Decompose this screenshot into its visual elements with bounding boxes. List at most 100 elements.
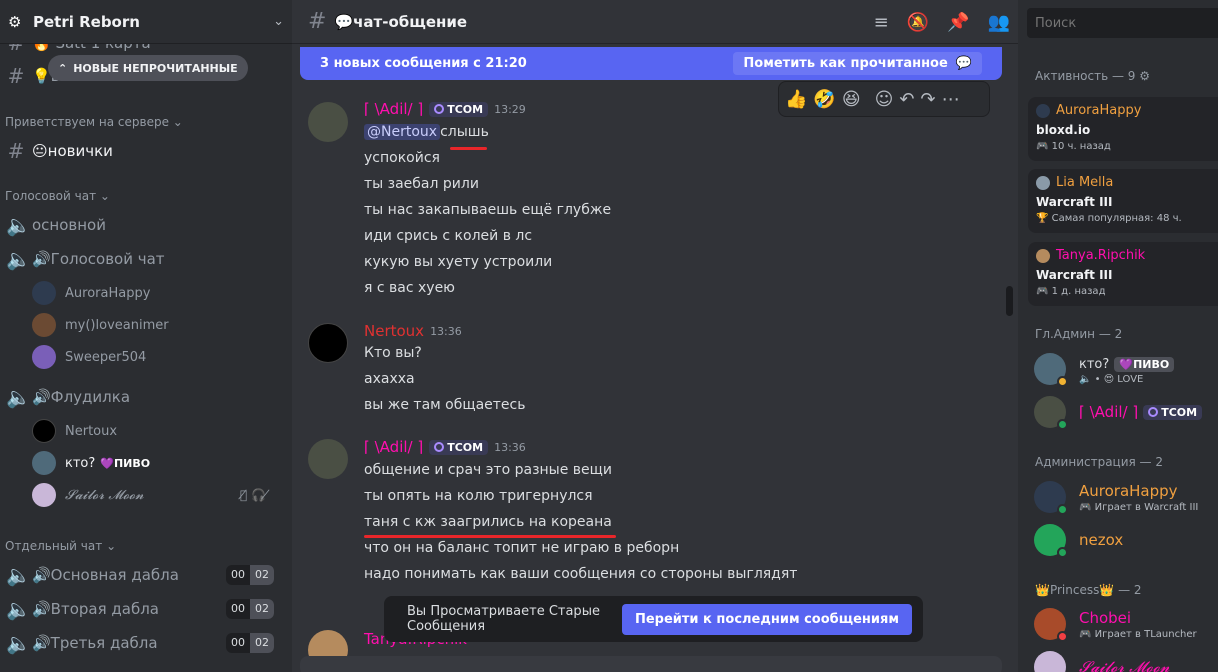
reaction-thumbs-up[interactable]: 👍 [785,89,807,110]
topbar-icons: ≡ 🔕 📌 👥 [874,0,1010,44]
threads-icon[interactable]: ≡ [874,12,889,33]
notification-muted-icon[interactable]: 🔕 [907,12,929,33]
gear-icon[interactable]: ⚙ [1139,69,1150,83]
author-avatar[interactable] [308,323,348,363]
more-options-icon[interactable]: ⋯ [942,89,960,110]
voice-user-name: my()loveanimer [65,317,169,333]
message-line: вы же там общаетесь [364,397,526,413]
message-line: иди срись с колей в лс [364,228,533,244]
avatar [1034,608,1068,642]
avatar [32,419,56,443]
message-composer[interactable] [300,656,1002,672]
channel-label: 🔊Третья дабла [32,634,158,652]
category-separate[interactable]: Отдельный чат ⌄ [5,539,116,553]
channel-label: 😐новички [32,142,113,160]
muted-deafened-icon: 🎙̸🎧̸ [240,488,275,502]
message-line: надо понимать как ваши сообщения со стор… [364,566,798,582]
counter-left: 00 [231,636,245,649]
status-online-dot [1057,547,1068,558]
status-online-dot [1057,504,1068,515]
activity-sub: 1 д. назад [1051,286,1106,297]
voice-user[interactable]: кто? 💜ПИВО [32,449,150,477]
activity-header-label: Активность — 9 [1035,69,1136,83]
counter-left: 00 [231,602,245,615]
avatar [1034,396,1068,430]
author-name[interactable]: ⌈ \Adil/ ⌉ [364,438,423,456]
author-avatar[interactable] [308,439,348,479]
member-item[interactable]: 𝓢𝓪𝓲𝓵𝓸𝓻 𝓜𝓸𝓸𝓷 [1034,651,1170,672]
voice-channel-item[interactable]: 🔈 основной [0,209,292,241]
activity-card[interactable]: AuroraHappy bloxd.io 🎮 10 ч. назад [1028,97,1218,161]
category-label: Отдельный чат [5,539,103,553]
activity-sub: 10 ч. назад [1051,141,1111,152]
member-item[interactable]: Chobei 🎮 Играет в TLauncher [1034,608,1197,642]
new-messages-bar[interactable]: 3 новых сообщения с 21:20 Пометить как п… [300,47,1002,80]
author-name[interactable]: Nertoux [364,322,424,340]
member-item[interactable]: nezox [1034,524,1123,558]
reaction-rofl[interactable]: 🤣 [813,89,835,110]
pin-icon[interactable]: 📌 [947,12,969,33]
forward-icon[interactable]: ↷ [920,89,935,110]
message-line: успокойся [364,150,440,166]
moon-icon [434,104,445,114]
channel-item-novichki[interactable]: # 😐новички [0,135,292,167]
server-name: Petri Reborn [33,12,140,31]
discord-app: ⚙ Petri Reborn ⌄ # 🔥 Satt 1 карта # 💡Ваш… [0,0,1218,672]
voice-channel-item[interactable]: 🔈 🔊Флудилка [0,381,292,413]
voice-user[interactable]: Nertoux [32,417,117,445]
mark-as-read-button[interactable]: Пометить как прочитанное 💬 [733,52,982,75]
jump-to-present-button[interactable]: Перейти к последним сообщениям [621,603,912,635]
add-reaction-icon[interactable]: ☺ [875,89,894,110]
voice-user[interactable]: 𝓢𝓪𝓲𝓵𝓸𝓻 𝓜𝓸𝓸𝓷 [32,481,144,509]
user-mention[interactable]: @Nertoux [364,124,441,140]
avatar [1034,353,1068,387]
reaction-laughing[interactable]: 😆 [842,89,861,110]
voice-user-name: кто? [65,455,96,471]
server-header[interactable]: ⚙ Petri Reborn ⌄ [0,0,292,44]
author-avatar[interactable] [308,102,348,142]
chevron-up-icon: ⌃ [58,61,68,75]
voice-channel-item[interactable]: 🔈 🔊Третья дабла 00 02 [0,627,292,659]
member-list-icon[interactable]: 👥 [988,12,1010,33]
activity-card[interactable]: Tanya.Ripchik Warcraft III 🎮 1 д. назад [1028,242,1218,306]
message-line: таня с кж заагрились на кореана [364,514,612,530]
message-line: общение и срач это разные вещи [364,462,612,478]
new-messages-text: 3 новых сообщения с 21:20 [320,56,527,71]
voice-user-name: 𝓢𝓪𝓲𝓵𝓸𝓻 𝓜𝓸𝓸𝓷 [65,487,144,503]
role-badge: 💜ПИВО [1114,357,1175,372]
member-item[interactable]: ⌈ \Adil/ ⌉ TCOM [1034,396,1203,430]
reply-icon[interactable]: ↶ [899,89,914,110]
search-input[interactable] [1027,8,1218,38]
chevron-down-icon[interactable]: ⌄ [273,14,284,29]
voice-user-name: Sweeper504 [65,349,147,365]
member-status: Играет в Warcraft III [1094,501,1199,513]
voice-channel-item[interactable]: 🔈 🔊Вторая дабла 00 02 [0,593,292,625]
avatar [1034,651,1066,672]
message-header: Nertoux 13:36 [364,322,462,340]
category-welcome[interactable]: Приветствуем на сервере ⌄ [5,115,183,129]
member-item[interactable]: AuroraHappy 🎮 Играет в Warcraft III [1034,481,1199,515]
role-group-header: 👑Princess👑 — 2 [1035,583,1142,597]
member-status: 🔈 • 😍 LOVE [1079,374,1144,385]
member-panel: Активность — 9 ⚙ AuroraHappy bloxd.io 🎮 … [1018,0,1218,672]
channel-sidebar: ⚙ Petri Reborn ⌄ # 🔥 Satt 1 карта # 💡Ваш… [0,0,292,672]
message-header: ⌈ \Adil/ ⌉ TCOM 13:36 [364,438,526,456]
avatar [1034,524,1068,558]
new-unread-pill[interactable]: ⌃ НОВЫЕ НЕПРОЧИТАННЫЕ [48,55,248,81]
message-line: что он на баланс топит не играю в реборн [364,540,680,556]
voice-user[interactable]: Sweeper504 [32,343,146,371]
activity-card[interactable]: Lia Mella Warcraft III 🏆 Самая популярна… [1028,169,1218,233]
activity-game: Warcraft III [1036,268,1113,282]
message-line: ахахха [364,371,415,387]
category-voice[interactable]: Голосовой чат ⌄ [5,189,110,203]
voice-user[interactable]: my()loveanimer [32,311,169,339]
activity-game: bloxd.io [1036,123,1091,137]
member-item[interactable]: кто? 💜ПИВО 🔈 • 😍 LOVE [1034,353,1175,387]
author-name[interactable]: ⌈ \Adil/ ⌉ [364,100,423,118]
voice-channel-item[interactable]: 🔈 🔊Основная дабла 00 02 [0,559,292,591]
voice-channel-item[interactable]: 🔈 🔊Голосовой чат [0,243,292,275]
mark-read-icon: 💬 [955,56,972,71]
scrollbar-thumb[interactable] [1006,286,1013,316]
voice-user[interactable]: AuroraHappy [32,279,150,307]
server-gear-icon: ⚙ [8,12,22,31]
